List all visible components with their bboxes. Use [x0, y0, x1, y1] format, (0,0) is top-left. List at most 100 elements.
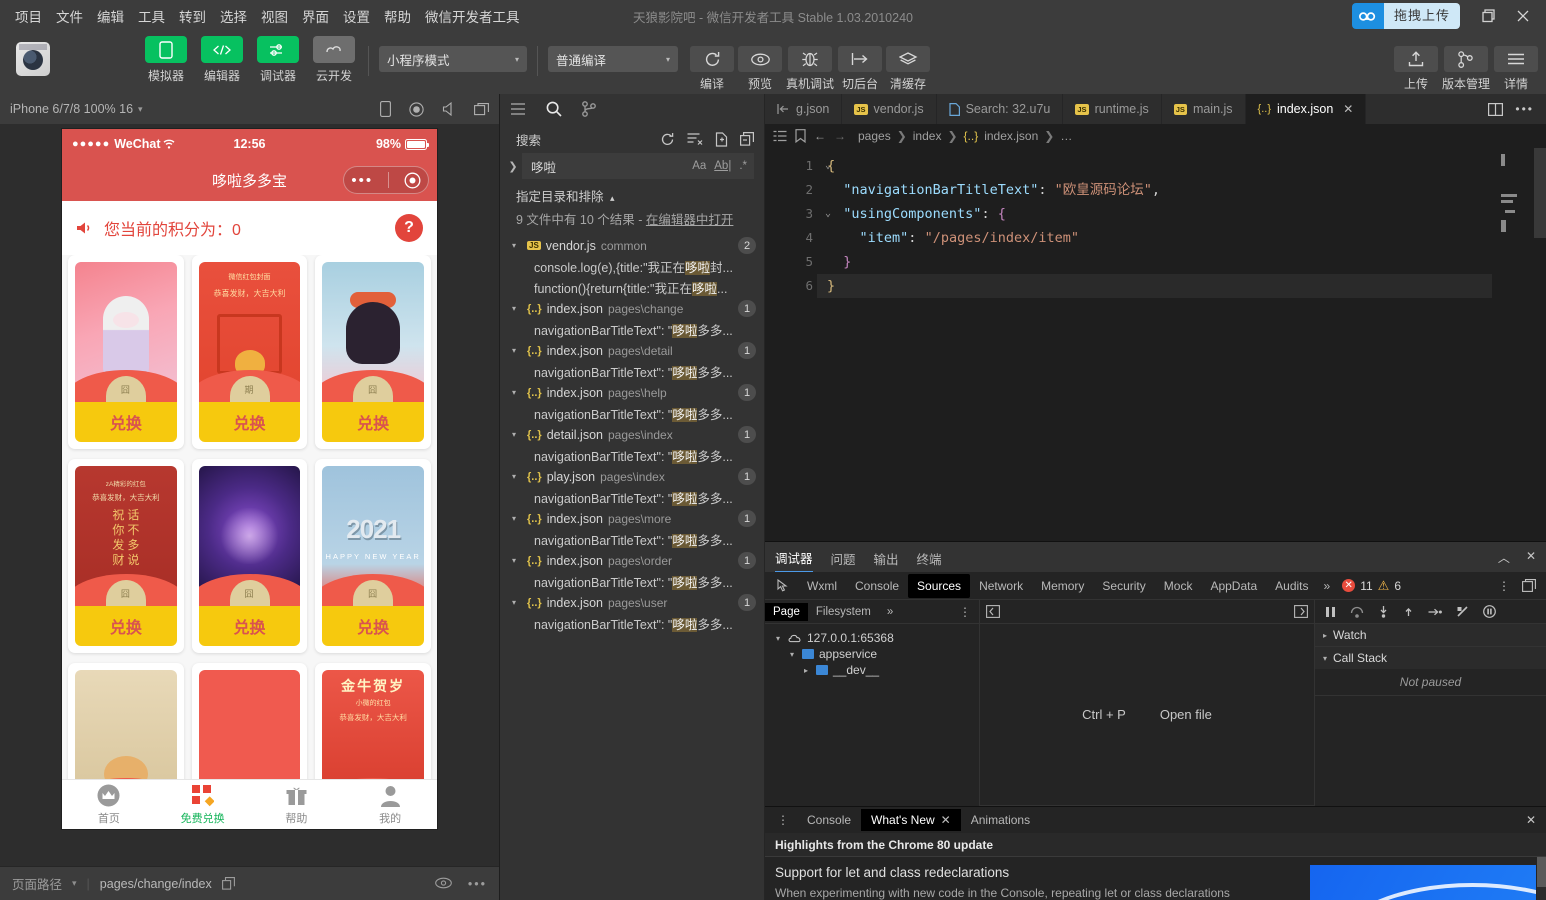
search-result-file[interactable]: ▾ {..} index.json pages\user 1 [500, 592, 764, 613]
step-icon[interactable] [1428, 607, 1442, 617]
new-search-icon[interactable] [715, 132, 728, 147]
sources-nav-more[interactable]: » [879, 603, 901, 621]
card-exchange-button[interactable]: 兑换 [322, 402, 425, 442]
explorer-icon[interactable] [510, 102, 526, 116]
inspector-tab-Sources[interactable]: Sources [908, 573, 971, 598]
menu-item-5[interactable]: 选择 [213, 2, 254, 30]
show-debugger-icon[interactable] [1294, 605, 1308, 618]
match-case-icon[interactable]: Aa [692, 160, 706, 172]
back-arrow-icon[interactable]: ← [814, 129, 826, 143]
menu-item-2[interactable]: 编辑 [90, 2, 131, 30]
devtools-tab-1[interactable]: 问题 [831, 543, 856, 572]
dock-icon[interactable] [1522, 578, 1536, 593]
drawer-tab-What's New[interactable]: What's New ✕ [861, 809, 961, 831]
copy-icon[interactable] [221, 877, 235, 890]
inspector-tab-Console[interactable]: Console [846, 574, 908, 598]
toolbar-button-版本管理[interactable]: 版本管理 [1442, 36, 1490, 92]
toolbar-button-清缓存[interactable]: 清缓存 [886, 36, 931, 92]
phone-tab-0[interactable]: 首页 [62, 783, 156, 826]
breadcrumb-part-3[interactable]: … [1060, 129, 1072, 143]
sources-nav-tab-Page[interactable]: Page [765, 602, 808, 621]
chevron-up-icon[interactable]: ︿ [1498, 549, 1510, 566]
volume-icon[interactable] [442, 102, 456, 116]
search-icon[interactable] [546, 101, 562, 117]
chevron-down-icon[interactable]: ▾ [512, 598, 522, 607]
drawer-scrollbar[interactable] [1537, 857, 1546, 900]
card[interactable]: 兑换 [68, 663, 184, 779]
chevron-down-icon[interactable]: ▾ [512, 514, 522, 523]
card[interactable]: 恭喜发财兑换 [191, 663, 308, 779]
search-result-match[interactable]: navigationBarTitleText": "哆啦多多... [500, 613, 764, 634]
toolbar-button-预览[interactable]: 预览 [738, 36, 782, 92]
inspector-tab-Security[interactable]: Security [1093, 574, 1154, 598]
sources-tree-node-1[interactable]: ▾ appservice [769, 646, 975, 662]
page-path-label[interactable]: 页面路径 [12, 874, 62, 893]
record-icon[interactable] [409, 101, 424, 117]
inspector-tab-Memory[interactable]: Memory [1032, 574, 1093, 598]
window-icon[interactable] [474, 102, 489, 116]
editor-scrollbar[interactable] [1534, 148, 1546, 541]
pause-on-exceptions-icon[interactable] [1483, 605, 1496, 618]
drag-upload-button[interactable]: 拖拽上传 [1351, 3, 1460, 29]
search-result-match[interactable]: navigationBarTitleText": "哆啦多多... [500, 487, 764, 508]
menu-item-8[interactable]: 设置 [336, 2, 377, 30]
search-result-file[interactable]: ▾ {..} index.json pages\help 1 [500, 382, 764, 403]
select-element-icon[interactable] [769, 579, 798, 592]
chevron-right-icon[interactable]: ❯ [504, 160, 522, 173]
menu-item-6[interactable]: 视图 [254, 2, 295, 30]
inspector-more-icon[interactable]: » [1318, 579, 1337, 593]
card[interactable]: 微信红包封面 恭喜发财，大吉大利期兑换 [191, 255, 308, 449]
devtools-tab-3[interactable]: 终端 [917, 543, 942, 572]
toolbar-button-详情[interactable]: 详情 [1494, 36, 1538, 92]
toolbar-button-编译[interactable]: 编译 [690, 36, 734, 92]
outline-icon[interactable] [773, 130, 787, 142]
eye-icon[interactable] [435, 877, 452, 891]
chevron-down-icon[interactable]: ▾ [512, 304, 522, 313]
editor-tab-Search: 32.u7u[interactable]: Search: 32.u7u [936, 94, 1064, 124]
chevron-down-icon[interactable]: ▾ [512, 241, 522, 250]
editor-tab-main.js[interactable]: JS main.js [1161, 94, 1246, 124]
search-result-file[interactable]: ▾ {..} index.json pages\change 1 [500, 298, 764, 319]
chevron-down-icon[interactable]: ▾ [512, 430, 522, 439]
kebab-icon[interactable]: ⋮ [959, 605, 979, 619]
device-select[interactable]: iPhone 6/7/8 100% 16 [10, 102, 133, 116]
deactivate-breakpoints-icon[interactable] [1456, 605, 1469, 618]
bookmark-icon[interactable] [795, 129, 806, 143]
search-result-file[interactable]: ▾ {..} index.json pages\detail 1 [500, 340, 764, 361]
match-word-icon[interactable]: Ab| [714, 160, 731, 172]
capsule-target-icon[interactable] [404, 172, 421, 189]
code-editor[interactable]: 1 ⌄ 2 3 ⌄ 4 5 6 { "navigationBarTitleText": "欧皇… [765, 148, 1546, 541]
forward-arrow-icon[interactable]: → [834, 129, 846, 143]
watch-accordion[interactable]: ▸ Watch [1315, 624, 1546, 647]
search-result-match[interactable]: console.log(e),{title:"我正在哆啦封... [500, 256, 764, 277]
show-navigator-icon[interactable] [986, 605, 1000, 618]
inspector-tab-Network[interactable]: Network [970, 574, 1032, 598]
restore-window-button[interactable] [1472, 1, 1506, 31]
wechat-capsule[interactable]: ••• [343, 166, 429, 194]
editor-tab-g.json[interactable]: g.json [765, 94, 843, 124]
source-control-icon[interactable] [582, 101, 596, 117]
close-icon[interactable]: ✕ [1526, 813, 1546, 827]
view-toggle-1[interactable]: 编辑器 [198, 36, 246, 84]
toolbar-button-上传[interactable]: 上传 [1393, 36, 1438, 92]
search-result-match[interactable]: function(){return{title:"我正在哆啦... [500, 277, 764, 298]
card[interactable]: zA精彩的红包 恭喜发财，大吉大利祝 话你 不发 多财 说囧兑换 [68, 459, 184, 653]
compile-select[interactable]: 普通编译 ▾ [548, 46, 678, 72]
phone-icon[interactable] [380, 101, 391, 117]
more-actions-icon[interactable]: ••• [1515, 102, 1534, 116]
search-result-file[interactable]: ▾ {..} detail.json pages\index 1 [500, 424, 764, 445]
search-result-file[interactable]: ▾ {..} index.json pages\more 1 [500, 508, 764, 529]
kebab-icon[interactable]: ⋮ [1498, 579, 1510, 593]
view-toggle-2[interactable]: 调试器 [254, 36, 302, 84]
menu-item-9[interactable]: 帮助 [377, 2, 418, 30]
close-tab-icon[interactable]: ✕ [1343, 102, 1353, 116]
card-exchange-button[interactable]: 兑换 [322, 606, 425, 646]
card-exchange-button[interactable]: 兑换 [75, 402, 177, 442]
open-in-editor-link[interactable]: 在编辑器中打开 [646, 213, 734, 227]
drawer-tab-Animations[interactable]: Animations [961, 809, 1040, 831]
step-over-icon[interactable] [1350, 606, 1364, 618]
devtools-tab-2[interactable]: 输出 [874, 543, 899, 572]
capsule-more-icon[interactable]: ••• [351, 173, 373, 188]
step-into-icon[interactable] [1378, 605, 1389, 618]
search-result-file[interactable]: ▾ JS vendor.js common 2 [500, 235, 764, 256]
